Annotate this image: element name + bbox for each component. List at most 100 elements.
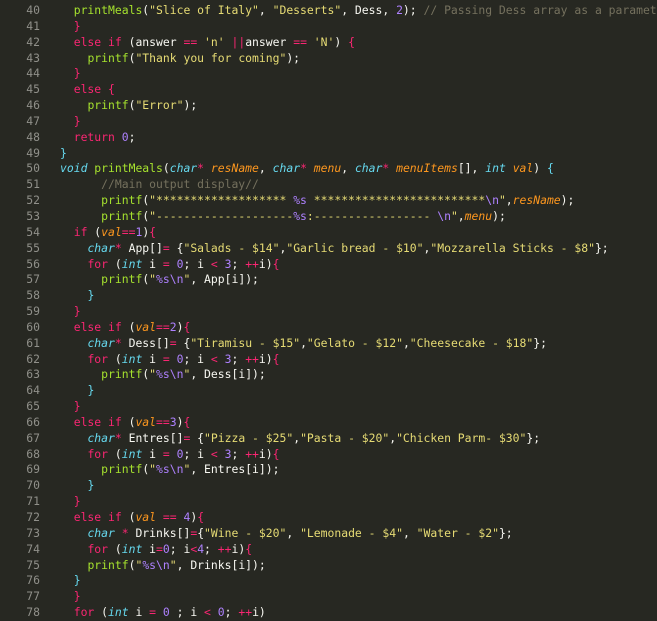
code-line[interactable]: 50 void printMeals(char* resName, char* m… bbox=[0, 161, 657, 177]
code-line[interactable]: 77 } bbox=[0, 589, 657, 605]
code-text[interactable]: return 0; bbox=[60, 130, 136, 146]
code-token: " bbox=[450, 208, 458, 223]
code-token: ; i bbox=[183, 256, 211, 271]
code-lines[interactable]: 40 printMeals("Slice of Italy", "Dessert… bbox=[0, 3, 657, 621]
code-editor[interactable]: 40 printMeals("Slice of Italy", "Dessert… bbox=[0, 0, 657, 621]
code-text[interactable]: printf("%s\n", App[i]); bbox=[60, 272, 259, 288]
code-line[interactable]: 47 } bbox=[0, 114, 657, 130]
code-text[interactable]: else { bbox=[60, 82, 115, 98]
code-text[interactable]: printf("Error"); bbox=[60, 98, 197, 114]
code-text[interactable]: } bbox=[60, 114, 81, 130]
code-token: } bbox=[73, 66, 81, 81]
code-text[interactable]: printf("******************* %s *********… bbox=[60, 193, 574, 209]
code-text[interactable]: } bbox=[60, 66, 81, 82]
code-line[interactable]: 68 for (int i = 0; i < 3; ++i){ bbox=[0, 447, 657, 463]
code-line[interactable]: 76 } bbox=[0, 573, 657, 589]
code-line[interactable]: 51 //Main output display// bbox=[0, 177, 657, 193]
code-token: "Pizza - $25" bbox=[204, 430, 294, 445]
code-text[interactable]: } bbox=[60, 399, 81, 415]
code-token: , bbox=[258, 161, 273, 176]
line-number: 42 bbox=[26, 34, 40, 49]
code-text[interactable]: } bbox=[60, 383, 94, 399]
code-line[interactable]: 49} bbox=[0, 146, 657, 162]
code-line[interactable]: 43 printf("Thank you for coming"); bbox=[0, 51, 657, 67]
code-text[interactable]: else if (answer == 'n' ||answer == 'N') … bbox=[60, 35, 355, 51]
code-text[interactable]: printf("%s\n", Entres[i]); bbox=[60, 462, 279, 478]
code-token: resName bbox=[210, 161, 259, 176]
code-line[interactable]: 64 } bbox=[0, 383, 657, 399]
code-line[interactable]: 46 printf("Error"); bbox=[0, 98, 657, 114]
code-token: int bbox=[108, 605, 129, 620]
code-token: for bbox=[87, 541, 109, 556]
code-line[interactable]: 42 else if (answer == 'n' ||answer == 'N… bbox=[0, 35, 657, 51]
code-line[interactable]: 41 } bbox=[0, 19, 657, 35]
code-token: < bbox=[210, 256, 218, 271]
code-text[interactable]: printf("Thank you for coming"); bbox=[60, 51, 300, 67]
code-text[interactable]: } bbox=[60, 19, 81, 35]
code-line[interactable]: 40 printMeals("Slice of Italy", "Dessert… bbox=[0, 3, 657, 19]
code-text[interactable]: } bbox=[60, 288, 94, 304]
code-text[interactable]: } bbox=[60, 146, 67, 162]
code-line[interactable]: 53 printf("--------------------%s:------… bbox=[0, 209, 657, 225]
code-line[interactable]: 73 char * Drinks[]={"Wine - $20", "Lemon… bbox=[0, 526, 657, 542]
code-line[interactable]: 67 char* Entres[]= {"Pizza - $25","Pasta… bbox=[0, 431, 657, 447]
code-text[interactable]: void printMeals(char* resName, char* men… bbox=[60, 161, 554, 177]
code-line[interactable]: 70 } bbox=[0, 478, 657, 494]
code-line[interactable]: 69 printf("%s\n", Entres[i]); bbox=[0, 462, 657, 478]
code-line[interactable]: 65 } bbox=[0, 399, 657, 415]
code-line[interactable]: 59 } bbox=[0, 304, 657, 320]
code-text[interactable]: for (int i = 0; i < 3; ++i){ bbox=[60, 446, 279, 463]
code-line[interactable]: 48 return 0; bbox=[0, 130, 657, 146]
code-line[interactable]: 55 char* App[]= {"Salads - $14","Garlic … bbox=[0, 241, 657, 257]
code-line[interactable]: 61 char* Dess[]= {"Tiramisu - $15","Gela… bbox=[0, 336, 657, 352]
code-text[interactable]: } bbox=[60, 304, 81, 320]
code-text[interactable]: if (val==1){ bbox=[60, 225, 156, 241]
code-line[interactable]: 45 else { bbox=[0, 82, 657, 98]
code-token: ); bbox=[560, 193, 575, 208]
code-line[interactable]: 54 if (val==1){ bbox=[0, 225, 657, 241]
code-token: ; bbox=[224, 605, 239, 620]
code-line[interactable]: 63 printf("%s\n", Dess[i]); bbox=[0, 367, 657, 383]
code-line[interactable]: 58 } bbox=[0, 288, 657, 304]
line-number: 63 bbox=[26, 367, 40, 382]
code-line[interactable]: 72 else if (val == 4){ bbox=[0, 510, 657, 526]
code-text[interactable]: } bbox=[60, 573, 81, 589]
code-text[interactable]: char * Drinks[]={"Wine - $20", "Lemonade… bbox=[60, 526, 512, 542]
code-line[interactable]: 56 for (int i = 0; i < 3; ++i){ bbox=[0, 257, 657, 273]
code-text[interactable]: printf("%s\n", Drinks[i]); bbox=[60, 558, 265, 574]
code-text[interactable]: for (int i = 0; i < 3; ++i){ bbox=[60, 352, 279, 368]
code-text[interactable]: printMeals("Slice of Italy", "Desserts",… bbox=[60, 3, 657, 19]
code-text[interactable]: else if (val==3){ bbox=[60, 415, 191, 431]
code-text[interactable]: else if (val==2){ bbox=[60, 320, 191, 336]
code-line[interactable]: 62 for (int i = 0; i < 3; ++i){ bbox=[0, 352, 657, 368]
code-token: , bbox=[505, 193, 513, 208]
code-token: "Tiramisu - $15" bbox=[190, 335, 301, 350]
code-line[interactable]: 71 } bbox=[0, 494, 657, 510]
code-line[interactable]: 75 printf("%s\n", Drinks[i]); bbox=[0, 558, 657, 574]
code-line[interactable]: 78 for (int i = 0 ; i < 0; ++i) bbox=[0, 605, 657, 621]
code-line[interactable]: 44 } bbox=[0, 66, 657, 82]
code-line[interactable]: 60 else if (val==2){ bbox=[0, 320, 657, 336]
code-text[interactable]: char* Dess[]= {"Tiramisu - $15","Gelato … bbox=[60, 336, 547, 352]
code-token: ; i bbox=[183, 446, 211, 461]
code-text[interactable]: for (int i=0; i<4; ++i){ bbox=[60, 542, 252, 558]
code-text[interactable]: char* Entres[]= {"Pizza - $25","Pasta - … bbox=[60, 431, 540, 447]
code-text[interactable]: //Main output display// bbox=[60, 177, 259, 193]
code-text[interactable]: } bbox=[60, 589, 81, 605]
code-text[interactable]: printf("%s\n", Dess[i]); bbox=[60, 367, 266, 383]
code-text[interactable]: printf("--------------------%s:---------… bbox=[60, 209, 506, 225]
code-text[interactable]: } bbox=[60, 494, 81, 510]
code-text[interactable]: else if (val == 4){ bbox=[60, 510, 204, 526]
code-line[interactable]: 74 for (int i=0; i<4; ++i){ bbox=[0, 542, 657, 558]
code-text[interactable]: } bbox=[60, 478, 94, 494]
code-text[interactable]: for (int i = 0; i < 3; ++i){ bbox=[60, 256, 279, 273]
code-text[interactable]: char* App[]= {"Salads - $14","Garlic bre… bbox=[60, 241, 608, 257]
code-line[interactable]: 57 printf("%s\n", App[i]); bbox=[0, 272, 657, 288]
code-token: == bbox=[162, 510, 177, 524]
code-line[interactable]: 52 printf("******************* %s ******… bbox=[0, 193, 657, 209]
code-text[interactable]: for (int i = 0 ; i < 0; ++i) bbox=[60, 605, 266, 621]
code-line[interactable]: 66 else if (val==3){ bbox=[0, 415, 657, 431]
